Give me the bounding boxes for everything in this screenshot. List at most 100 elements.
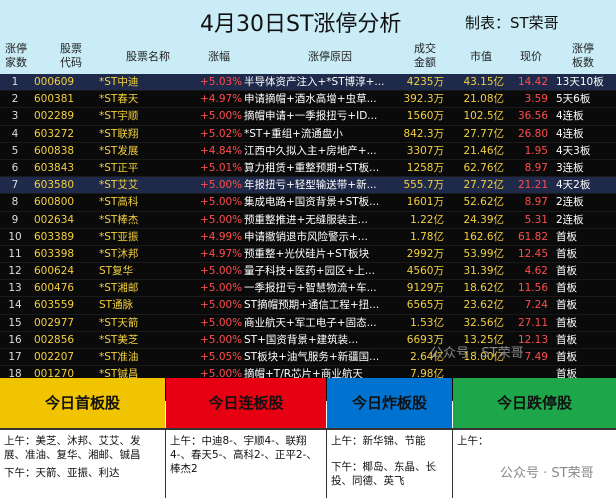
col-mcap: 市值 bbox=[470, 50, 492, 63]
stock-code: 603389 bbox=[34, 230, 75, 243]
limit-reason: 年报扭亏+轻型输送带+新... bbox=[244, 179, 377, 192]
stock-name: *ST棒杰 bbox=[99, 213, 139, 226]
table-row: 13 600476 *ST湘邮 +5.00% 一季报扭亏+智慧物流+车... 9129万 1… bbox=[0, 280, 616, 298]
change-pct: +4.97% bbox=[200, 247, 243, 260]
col-code: 股票代码 bbox=[60, 42, 82, 69]
table-row: 10 603389 *ST亚振 +4.99% 申请撤销退市风险警示+... 1.78亿 16… bbox=[0, 228, 616, 246]
stock-name: *ST正平 bbox=[99, 161, 139, 174]
change-pct: +4.84% bbox=[200, 144, 243, 157]
row-index: 4 bbox=[11, 127, 19, 140]
table-header: 涨停家数 股票代码 股票名称 涨幅 涨停原因 成交金额 市值 现价 涨停板数 bbox=[0, 40, 616, 74]
market-cap: 52.62亿 bbox=[463, 196, 504, 209]
limit-down-am: 上午： bbox=[457, 435, 489, 447]
change-pct: +5.00% bbox=[200, 299, 243, 312]
change-pct: +5.00% bbox=[200, 213, 243, 226]
stock-name: *ST中迪 bbox=[99, 76, 139, 88]
current-price: 3.59 bbox=[524, 93, 548, 106]
limit-reason: 申请撤销退市风险警示+... bbox=[244, 230, 368, 243]
current-price: 12.45 bbox=[517, 247, 548, 260]
stock-code: 603272 bbox=[34, 127, 75, 140]
row-index: 3 bbox=[11, 110, 19, 123]
limit-reason: 江西中久拟入主+房地产+... bbox=[244, 144, 377, 157]
consecutive-text: 上午：中迪8-、宇顺4-、联翔4-、春天5-、高科2-、正平2-、棒杰2 bbox=[170, 435, 317, 475]
board-count: 2连板 bbox=[556, 196, 584, 209]
market-cap: 27.77亿 bbox=[463, 127, 504, 140]
market-cap: 53.99亿 bbox=[463, 247, 504, 260]
board-count: 4连板 bbox=[556, 110, 584, 123]
board-count: 4天2板 bbox=[556, 179, 591, 192]
row-index: 2 bbox=[11, 93, 19, 106]
stock-code: 603398 bbox=[34, 247, 75, 260]
table-row: 17 002207 *ST准油 +5.05% ST板块+油气服务+新疆国... 2.64亿… bbox=[0, 349, 616, 367]
blown-panel: 上午：新华锦、节能 下午：椰岛、东晶、长投、同德、英飞 bbox=[327, 430, 453, 498]
current-price: 8.97 bbox=[524, 161, 548, 174]
change-pct: +4.97% bbox=[200, 93, 243, 106]
row-index: 15 bbox=[8, 316, 22, 329]
stock-code: 002856 bbox=[34, 333, 75, 346]
row-index: 1 bbox=[11, 76, 19, 88]
board-count: 首板 bbox=[556, 230, 577, 243]
limit-reason: ST摘帽预期+通信工程+扭... bbox=[244, 299, 380, 312]
row-index: 10 bbox=[8, 230, 22, 243]
table-row: 5 600838 *ST发展 +4.84% 江西中久拟入主+房地产+... 3307万 21… bbox=[0, 142, 616, 160]
market-cap: 102.5亿 bbox=[463, 110, 504, 123]
stock-code: 600476 bbox=[34, 282, 75, 295]
stock-name: *ST联翔 bbox=[99, 127, 139, 140]
turnover-amount: 842.3万 bbox=[403, 127, 444, 140]
consecutive-panel: 上午：中迪8-、宇顺4-、联翔4-、春天5-、高科2-、正平2-、棒杰2 bbox=[166, 430, 327, 498]
limit-reason: 摘帽申请+一季报扭亏+ID... bbox=[244, 110, 378, 123]
col-boards: 涨停板数 bbox=[572, 42, 594, 69]
market-cap: 62.76亿 bbox=[463, 161, 504, 174]
stock-name: ST复华 bbox=[99, 265, 134, 278]
blown-pm: 下午：椰岛、东晶、长投、同德、英飞 bbox=[331, 461, 436, 487]
change-pct: +5.00% bbox=[200, 282, 243, 295]
table-row: 16 002856 *ST美芝 +5.00% ST+国资背景+建筑装... 6693万 13… bbox=[0, 331, 616, 349]
change-pct: +5.00% bbox=[200, 196, 243, 209]
current-price: 7.24 bbox=[524, 299, 548, 312]
market-cap: 32.56亿 bbox=[463, 316, 504, 329]
col-reason: 涨停原因 bbox=[308, 50, 352, 63]
stock-name: *ST宇顺 bbox=[99, 110, 139, 123]
stock-name: *ST沐邦 bbox=[99, 247, 139, 260]
market-cap: 31.39亿 bbox=[463, 265, 504, 278]
turnover-amount: 1560万 bbox=[406, 110, 444, 123]
limit-reason: 半导体资产注入+*ST博淳+... bbox=[244, 76, 385, 88]
limit-reason: ST板块+油气服务+新疆国... bbox=[244, 351, 380, 363]
board-count: 首板 bbox=[556, 316, 577, 329]
col-name: 股票名称 bbox=[126, 50, 170, 63]
row-index: 6 bbox=[11, 161, 19, 174]
current-price: 27.11 bbox=[517, 316, 548, 329]
change-pct: +4.99% bbox=[200, 230, 243, 243]
limit-reason: 预重整推进+无缝服装主... bbox=[244, 213, 368, 226]
table-row: 8 600800 *ST高科 +5.00% 集成电路+国资背景+ST板... 1601万 5… bbox=[0, 194, 616, 212]
stock-name: *ST湘邮 bbox=[99, 282, 139, 295]
current-price: 1.95 bbox=[524, 144, 548, 157]
table-row: 14 603559 ST通脉 +5.00% ST摘帽预期+通信工程+扭... 6565万 2… bbox=[0, 297, 616, 315]
stock-name: *ST天箭 bbox=[99, 316, 139, 329]
change-pct: +5.02% bbox=[200, 127, 243, 140]
row-index: 9 bbox=[11, 213, 19, 226]
col-count: 涨停家数 bbox=[5, 42, 27, 69]
current-price: 8.97 bbox=[524, 196, 548, 209]
market-cap: 43.15亿 bbox=[463, 76, 504, 88]
stock-code: 600800 bbox=[34, 196, 75, 209]
board-count: 5天6板 bbox=[556, 93, 591, 106]
turnover-amount: 1.22亿 bbox=[410, 213, 444, 226]
change-pct: +5.05% bbox=[200, 351, 243, 363]
current-price: 61.82 bbox=[517, 230, 548, 243]
limit-reason: 算力租赁+重整预期+ST板... bbox=[244, 161, 380, 174]
stock-code: 002634 bbox=[34, 213, 75, 226]
board-count: 2连板 bbox=[556, 213, 584, 226]
board-count: 13天10板 bbox=[556, 76, 604, 88]
current-price: 26.80 bbox=[517, 127, 548, 140]
turnover-amount: 2992万 bbox=[406, 247, 444, 260]
col-pct: 涨幅 bbox=[208, 50, 230, 63]
stock-name: *ST亚振 bbox=[99, 230, 139, 243]
board-count: 3连板 bbox=[556, 161, 584, 174]
change-pct: +5.01% bbox=[200, 161, 243, 174]
market-cap: 21.46亿 bbox=[463, 144, 504, 157]
market-cap: 24.39亿 bbox=[463, 213, 504, 226]
limit-reason: 量子科技+医药+园区+上... bbox=[244, 265, 375, 278]
watermark-bottom: 公众号 · ST荣哥 bbox=[500, 466, 594, 481]
author-label: 制表：ST荣哥 bbox=[465, 14, 559, 32]
